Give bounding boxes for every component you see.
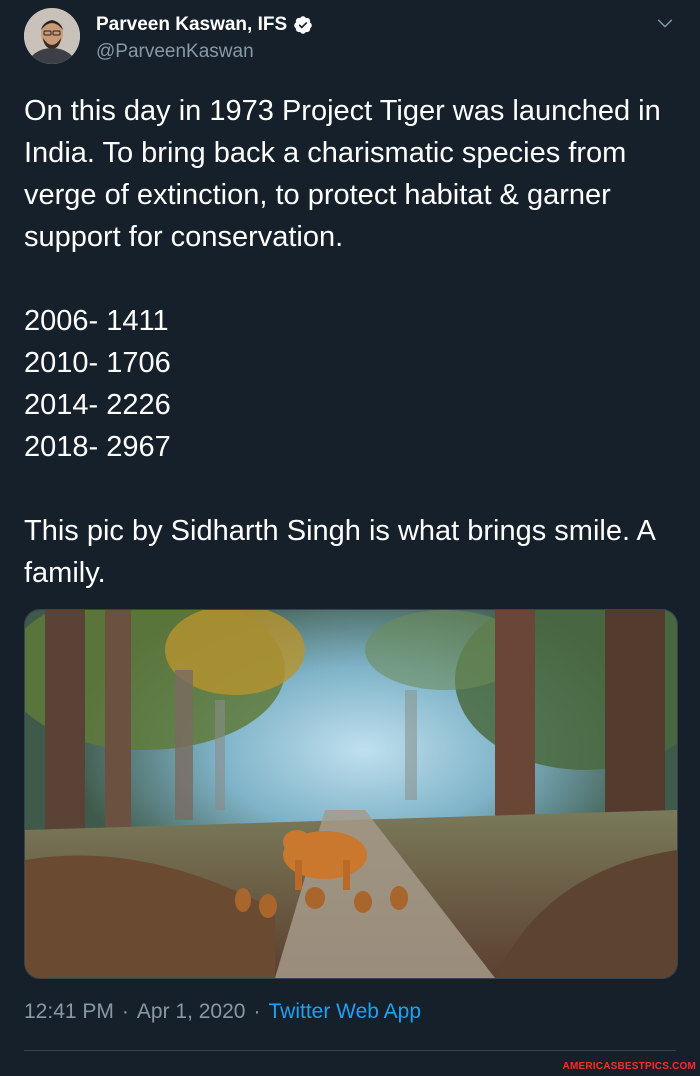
divider	[24, 1050, 676, 1051]
meta-separator: ·	[121, 1000, 129, 1023]
display-name[interactable]: Parveen Kaswan, IFS	[96, 14, 287, 36]
tweet-time[interactable]: 12:41 PM	[24, 1000, 114, 1024]
watermark: AMERICASBESTPICS.COM	[562, 1061, 696, 1072]
handle[interactable]: @ParveenKaswan	[96, 41, 254, 63]
tweet-meta: 12:41 PM · Apr 1, 2020 · Twitter Web App	[24, 1000, 421, 1024]
tweet-header: Parveen Kaswan, IFS @ParveenKaswan	[24, 8, 676, 68]
tweet-date[interactable]: Apr 1, 2020	[137, 1000, 246, 1024]
tweet-source-link[interactable]: Twitter Web App	[268, 1000, 421, 1024]
chevron-down-icon[interactable]	[654, 12, 676, 34]
tweet-text: On this day in 1973 Project Tiger was la…	[24, 95, 661, 589]
meta-separator: ·	[253, 1000, 261, 1023]
verified-badge-icon	[294, 16, 312, 34]
name-row: Parveen Kaswan, IFS	[96, 14, 313, 36]
avatar[interactable]	[24, 8, 80, 64]
tweet-photo[interactable]	[24, 609, 678, 979]
